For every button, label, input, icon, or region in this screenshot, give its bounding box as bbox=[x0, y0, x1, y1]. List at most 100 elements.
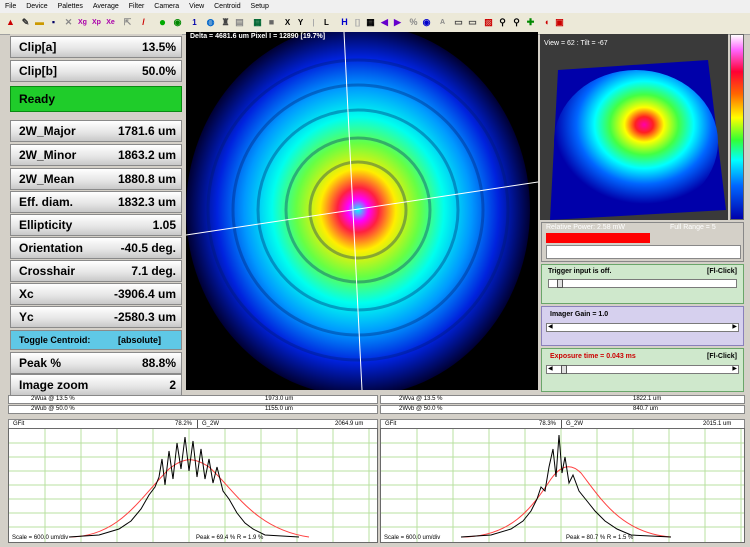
up-arrow-icon[interactable]: ▲ bbox=[4, 16, 17, 29]
xe-icon[interactable]: Xe bbox=[104, 16, 117, 29]
clip-b-label: Clip[b] bbox=[19, 64, 57, 78]
delta-readout: Delta = 4681.6 um Pixel I = 12890 [19.7%… bbox=[190, 33, 326, 40]
full-range-label: Full Range = 5 bbox=[670, 224, 716, 231]
xg-icon[interactable]: Xg bbox=[76, 16, 89, 29]
h-icon[interactable]: H bbox=[338, 16, 351, 29]
matrix-icon[interactable]: ▦ bbox=[364, 16, 377, 29]
ab-icon[interactable]: A bbox=[436, 16, 449, 29]
imager-left-arrow-icon[interactable]: ◀ bbox=[548, 323, 553, 330]
right-gfit-value: 78.3% bbox=[539, 421, 557, 427]
xc-row: Xc -3906.4 um bbox=[10, 283, 182, 305]
xp-icon[interactable]: Xp bbox=[90, 16, 103, 29]
left-profile-graphic bbox=[9, 429, 377, 542]
left-g2w-value: 2064.9 um bbox=[335, 421, 364, 427]
globe-icon[interactable]: ◉ bbox=[420, 16, 433, 29]
l-icon[interactable]: L bbox=[320, 16, 333, 29]
info-icon[interactable]: ◍ bbox=[204, 16, 217, 29]
2w-major-label: 2W_Major bbox=[19, 124, 76, 138]
right-profile-plot[interactable] bbox=[380, 428, 745, 543]
crosshair-label: Crosshair bbox=[19, 264, 76, 278]
imager-gain-panel[interactable]: Imager Gain = 1.0 ◀ ▶ bbox=[541, 306, 744, 346]
copy-icon[interactable]: ▭ bbox=[466, 16, 479, 29]
toggle-centroid-button[interactable]: Toggle Centroid: [absolute] bbox=[10, 330, 182, 350]
power-bar bbox=[546, 233, 650, 243]
menu-filter[interactable]: Filter bbox=[124, 3, 148, 10]
2w-major-value: 1781.6 um bbox=[117, 124, 176, 138]
printer-icon[interactable]: ▭ bbox=[452, 16, 465, 29]
right-g2w-label: G_2W bbox=[561, 420, 583, 428]
menu-view[interactable]: View bbox=[184, 3, 207, 10]
menu-average[interactable]: Average bbox=[88, 3, 122, 10]
menu-palettes[interactable]: Palettes bbox=[53, 3, 86, 10]
menu-device[interactable]: Device bbox=[21, 3, 50, 10]
eff-diam-label: Eff. diam. bbox=[19, 195, 74, 209]
2w-minor-value: 1863.2 um bbox=[117, 148, 176, 162]
menu-centroid[interactable]: Centroid bbox=[209, 3, 243, 10]
percent-icon[interactable]: % bbox=[407, 16, 420, 29]
divider-icon[interactable]: | bbox=[307, 16, 320, 29]
plus-icon[interactable]: ✚ bbox=[524, 16, 537, 29]
bulb-icon[interactable]: ◖ bbox=[540, 16, 553, 29]
camera-icon[interactable]: ▣ bbox=[553, 16, 566, 29]
exposure-slider[interactable]: ◀ ▶ bbox=[546, 365, 739, 374]
zoom-icon[interactable]: ⚲ bbox=[510, 16, 523, 29]
pencil-icon[interactable]: ✎ bbox=[19, 16, 32, 29]
eff-diam-row: Eff. diam. 1832.3 um bbox=[10, 191, 182, 213]
crosshair-row[interactable]: Crosshair 7.1 deg. bbox=[10, 260, 182, 282]
stat-wub-label: 2Wub @ 50.0 % bbox=[31, 406, 75, 412]
menu-camera[interactable]: Camera bbox=[149, 3, 182, 10]
one-icon[interactable]: 1 bbox=[188, 16, 201, 29]
chart-icon[interactable]: ▨ bbox=[482, 16, 495, 29]
brackets-icon[interactable]: [] bbox=[351, 16, 364, 29]
trigger-slider[interactable] bbox=[548, 279, 737, 288]
power-bar-track bbox=[546, 245, 741, 259]
imager-right-arrow-icon[interactable]: ▶ bbox=[732, 323, 737, 330]
stat-wua-label: 2Wua @ 13.5 % bbox=[31, 396, 75, 402]
cross-icon[interactable]: ✕ bbox=[62, 16, 75, 29]
x-axis-icon[interactable]: X bbox=[281, 16, 294, 29]
imager-gain-slider[interactable]: ◀ ▶ bbox=[546, 323, 739, 332]
left-profile-plot[interactable] bbox=[8, 428, 378, 543]
trigger-panel[interactable]: Trigger input is off. [Fl-Click] bbox=[541, 264, 744, 304]
3d-view-graphic bbox=[550, 60, 726, 220]
slash-icon[interactable]: / bbox=[137, 16, 150, 29]
right-arrow-icon[interactable]: ▶ bbox=[391, 16, 404, 29]
clip-b-row[interactable]: Clip[b] 50.0% bbox=[10, 60, 182, 82]
exposure-panel[interactable]: Exposure time = 0.043 ms [Fl-Click] ◀ ▶ bbox=[541, 348, 744, 392]
exposure-right-arrow-icon[interactable]: ▶ bbox=[732, 365, 737, 372]
resize-icon[interactable]: ⇱ bbox=[121, 16, 134, 29]
probe-icon[interactable]: ⚲ bbox=[496, 16, 509, 29]
image-zoom-row[interactable]: Image zoom 2 bbox=[10, 374, 182, 396]
left-scale-label: Scale = 600.0 um/div bbox=[12, 535, 69, 541]
right-profile-graphic bbox=[381, 429, 744, 542]
folder-icon[interactable]: ▬ bbox=[33, 16, 46, 29]
orientation-row: Orientation -40.5 deg. bbox=[10, 237, 182, 259]
exposure-slider-thumb[interactable] bbox=[561, 365, 567, 374]
left-arrow-icon[interactable]: ◀ bbox=[378, 16, 391, 29]
tripod-icon[interactable]: ♜ bbox=[219, 16, 232, 29]
grid-icon[interactable]: ▦ bbox=[251, 16, 264, 29]
exposure-click[interactable]: [Fl-Click] bbox=[707, 353, 737, 360]
exposure-left-arrow-icon[interactable]: ◀ bbox=[548, 365, 553, 372]
left-peak-label: Peak = 69.4 % R = 1.9 % bbox=[196, 535, 264, 541]
clip-a-value: 13.5% bbox=[141, 40, 176, 54]
right-g2w-value: 2015.1 um bbox=[703, 421, 732, 427]
green-dot-icon[interactable]: ● bbox=[156, 16, 169, 29]
trigger-slider-thumb[interactable] bbox=[557, 279, 563, 288]
trigger-click[interactable]: [Fl-Click] bbox=[707, 268, 737, 275]
y-axis-icon[interactable]: Y bbox=[294, 16, 307, 29]
menu-file[interactable]: File bbox=[0, 3, 19, 10]
2w-mean-value: 1880.8 um bbox=[117, 172, 176, 186]
2w-mean-row: 2W_Mean 1880.8 um bbox=[10, 168, 182, 190]
ready-status[interactable]: Ready bbox=[10, 86, 182, 112]
menu-setup[interactable]: Setup bbox=[246, 3, 272, 10]
block-icon[interactable]: ■ bbox=[265, 16, 278, 29]
save-icon[interactable]: ▪ bbox=[47, 16, 60, 29]
image-zoom-label: Image zoom bbox=[19, 378, 89, 392]
clip-a-row[interactable]: Clip[a] 13.5% bbox=[10, 36, 182, 58]
print-icon[interactable]: ▤ bbox=[233, 16, 246, 29]
beam-profile-image[interactable] bbox=[186, 32, 538, 390]
color-scale-bar bbox=[730, 34, 744, 220]
3d-view[interactable] bbox=[540, 34, 728, 220]
target-icon[interactable]: ◉ bbox=[171, 16, 184, 29]
